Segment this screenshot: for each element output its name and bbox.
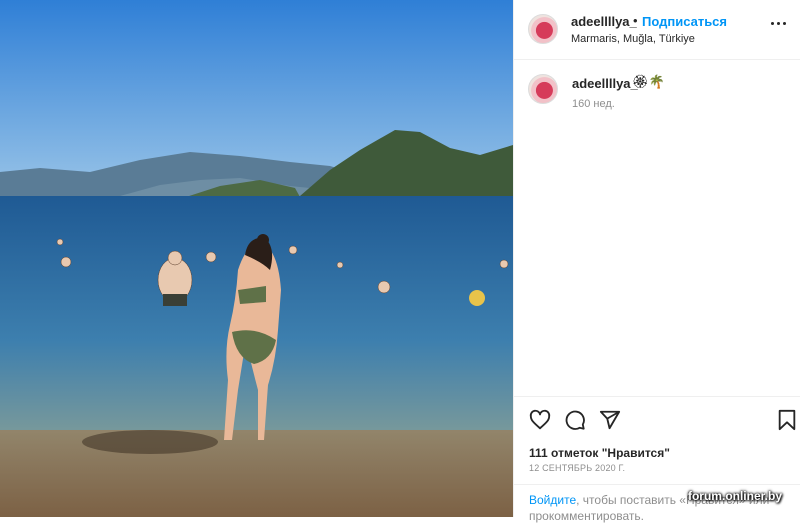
login-link[interactable]: Войдите	[529, 493, 576, 507]
post-age: 160 нед.	[572, 98, 615, 110]
beach-photo	[0, 0, 513, 517]
separator-dot: •	[633, 13, 638, 28]
post-header: adeellllya_ • Подписаться Marmaris, Muğl…	[514, 0, 800, 60]
avatar[interactable]	[528, 14, 558, 44]
watermark: forum.onliner.by	[687, 489, 782, 503]
post-panel: adeellllya_ • Подписаться Marmaris, Muğl…	[513, 0, 800, 523]
caption-avatar[interactable]	[528, 74, 558, 104]
more-options-icon[interactable]	[771, 20, 791, 26]
heart-icon[interactable]	[529, 409, 551, 431]
follow-button[interactable]: Подписаться	[642, 14, 727, 29]
caption-section: adeellllya_ 🏵🌴 160 нед.	[514, 60, 800, 396]
username-link[interactable]: adeellllya_	[571, 14, 637, 29]
caption-username[interactable]: adeellllya_	[572, 76, 638, 91]
bookmark-icon[interactable]	[776, 409, 798, 431]
caption-emoji: 🏵🌴	[632, 75, 665, 90]
comment-icon[interactable]	[564, 409, 586, 431]
share-icon[interactable]	[599, 409, 621, 431]
likes-count[interactable]: 111 отметок "Нравится"	[529, 446, 670, 460]
post-date: 12 СЕНТЯБРЬ 2020 Г.	[529, 463, 626, 473]
location-link[interactable]: Marmaris, Muğla, Türkiye	[571, 33, 695, 45]
post-photo[interactable]	[0, 0, 513, 517]
